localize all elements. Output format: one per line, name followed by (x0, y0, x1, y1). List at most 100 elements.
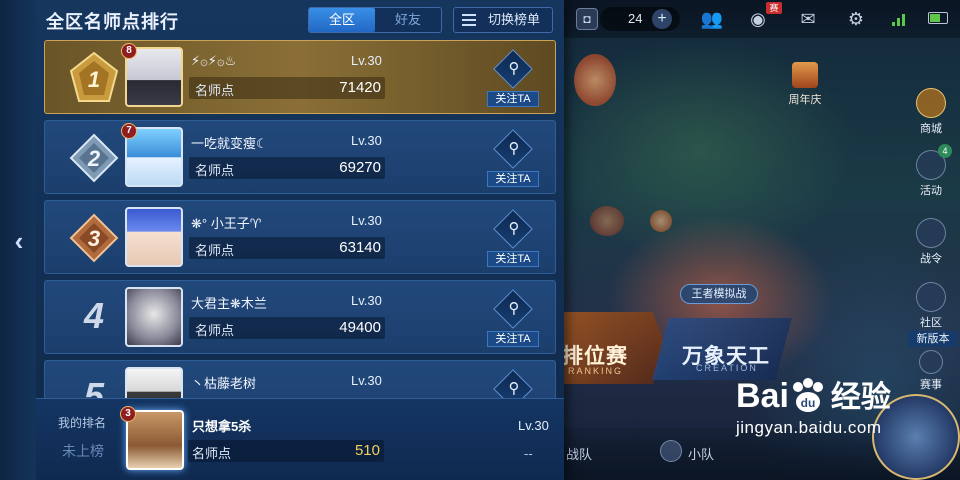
shop-icon (916, 88, 946, 118)
side-button-activity[interactable]: 4 活动 (906, 144, 956, 198)
bronze-medal-icon: 3 (69, 213, 119, 263)
add-person-icon: ⚲ (508, 220, 520, 237)
ranking-row[interactable]: 1 8 ⚡۞⚡۞♨ Lv.30 名师点 71420 ⚲ 关注TA (44, 40, 556, 114)
community-icon (916, 282, 946, 312)
creation-mode-sublabel: CREATION (696, 363, 758, 373)
add-currency-button[interactable]: + (652, 9, 672, 29)
avatar[interactable] (125, 287, 183, 347)
anniversary-event-button[interactable]: 周年庆 (780, 62, 830, 107)
ranking-row[interactable]: 2 7 一吃就变瘦☾ Lv.30 名师点 69270 ⚲ 关注TA (44, 120, 556, 194)
follow-button[interactable]: ⚲ 关注TA (487, 129, 543, 189)
simulator-mode-button[interactable]: 王者模拟战 (680, 284, 758, 304)
mentor-points: 名师点 63140 (189, 237, 385, 259)
my-mentor-points-label: 名师点 (192, 446, 232, 461)
player-nickname: 丶枯藤老树 (191, 376, 257, 391)
follow-button[interactable]: ⚲ 关注TA (487, 209, 543, 269)
trophy-icon (919, 350, 943, 374)
my-level: Lv.30 (518, 418, 549, 433)
tab-all-region[interactable]: 全区 (309, 8, 375, 32)
watermark-logo: Bai du 经验 (736, 378, 891, 416)
player-nickname: 大君主❋木兰 (191, 296, 267, 311)
ranked-mode-sublabel: RANKING (568, 366, 624, 376)
mentor-points-label: 名师点 (195, 83, 235, 98)
my-nickname: 只想拿5杀 (192, 419, 252, 434)
my-mentor-points-value: 510 (354, 442, 380, 459)
battlepass-icon (916, 218, 946, 248)
add-person-icon: ⚲ (508, 300, 520, 317)
side-button-battlepass[interactable]: 战令 (906, 218, 956, 266)
mentor-points: 名师点 69270 (189, 157, 385, 179)
mentor-points-value: 49400 (339, 319, 381, 336)
squad-button[interactable]: 小队 (688, 444, 714, 463)
mentor-level-badge: 8 (121, 43, 137, 59)
voucher-icon[interactable]: ◘ (576, 8, 598, 30)
switch-leaderboard-button[interactable]: 切换榜单 (453, 7, 553, 33)
ranking-row[interactable]: 3 ❋° 小王子♈ Lv.30 名师点 63140 ⚲ 关注TA (44, 200, 556, 274)
add-person-icon: ⚲ (508, 140, 520, 157)
my-ranking-title: 我的排名 (58, 416, 107, 430)
event-badge: 赛 (766, 2, 782, 14)
player-nickname: ❋° 小王子♈ (191, 216, 262, 231)
lantern-decoration (590, 206, 624, 236)
activity-count-badge: 4 (938, 144, 952, 158)
team-button[interactable]: 战队 (566, 444, 592, 463)
watermark: Bai du 经验 jingyan.baidu.com (736, 378, 891, 438)
follow-label: 关注TA (487, 251, 539, 267)
side-button-community[interactable]: 社区 (906, 282, 956, 330)
side-button-label: 赛事 (920, 379, 942, 391)
mentor-points-value: 69270 (339, 159, 381, 176)
ranking-list[interactable]: 1 8 ⚡۞⚡۞♨ Lv.30 名师点 71420 ⚲ 关注TA 2 7 一吃就… (40, 38, 562, 398)
player-level: Lv.30 (351, 373, 382, 388)
player-level: Lv.30 (351, 133, 382, 148)
avatar[interactable] (125, 207, 183, 267)
tab-friends[interactable]: 好友 (375, 8, 441, 32)
side-button-shop[interactable]: 商城 (906, 88, 956, 136)
gear-icon[interactable]: ⚙ (844, 8, 868, 30)
mentor-points-value: 63140 (339, 239, 381, 256)
player-level: Lv.30 (351, 293, 382, 308)
panel-title: 全区名师点排行 (46, 12, 179, 32)
back-arrow-icon[interactable]: ‹ (8, 226, 30, 256)
follow-label: 关注TA (487, 331, 539, 347)
follow-button[interactable]: ⚲ 关注TA (487, 289, 543, 349)
friends-icon[interactable]: 👥 (700, 8, 724, 30)
watermark-url: jingyan.baidu.com (736, 418, 882, 437)
gold-medal-icon: 1 (69, 51, 119, 102)
my-mentor-points: 名师点 510 (188, 440, 384, 462)
anniversary-icon (792, 62, 818, 88)
my-rank-placeholder: -- (524, 446, 533, 461)
add-person-icon: ⚲ (508, 60, 520, 77)
new-version-tag: 新版本 (908, 331, 958, 347)
anniversary-label: 周年庆 (788, 94, 822, 106)
my-mentor-level-badge: 3 (120, 406, 136, 422)
follow-button[interactable]: ⚲ (487, 369, 543, 398)
currency-count: 24 (628, 11, 643, 26)
svg-text:2: 2 (87, 146, 101, 171)
player-level: Lv.30 (351, 213, 382, 228)
side-button-label: 战令 (920, 253, 942, 265)
follow-label: 关注TA (487, 91, 539, 107)
mail-icon[interactable]: ✉ (796, 8, 820, 30)
side-button-events[interactable]: 赛事 (906, 350, 956, 392)
my-avatar[interactable] (126, 410, 184, 470)
follow-button[interactable]: ⚲ 关注TA (487, 49, 543, 109)
mentor-level-badge: 7 (121, 123, 137, 139)
squad-icon (660, 440, 682, 462)
watermark-jy: 经验 (830, 381, 891, 414)
add-person-icon: ⚲ (508, 380, 520, 397)
my-ranking-bar (36, 398, 564, 480)
lantern-decoration (574, 54, 616, 106)
svg-text:3: 3 (88, 226, 100, 251)
scope-tabs: 全区 好友 (308, 7, 442, 33)
player-level: Lv.30 (351, 53, 382, 68)
player-nickname: 一吃就变瘦☾ (191, 136, 268, 151)
lantern-decoration (650, 210, 672, 232)
mentor-points: 名师点 71420 (189, 77, 385, 99)
avatar[interactable] (125, 367, 183, 398)
ranking-row[interactable]: 4 大君主❋木兰 Lv.30 名师点 49400 ⚲ 关注TA (44, 280, 556, 354)
signal-icon (892, 12, 908, 26)
mentor-points-label: 名师点 (195, 323, 235, 338)
ranking-row[interactable]: 5 丶枯藤老树 Lv.30 ⚲ (44, 360, 556, 398)
mentor-points-label: 名师点 (195, 243, 235, 258)
rank-number: 4 (83, 295, 105, 336)
